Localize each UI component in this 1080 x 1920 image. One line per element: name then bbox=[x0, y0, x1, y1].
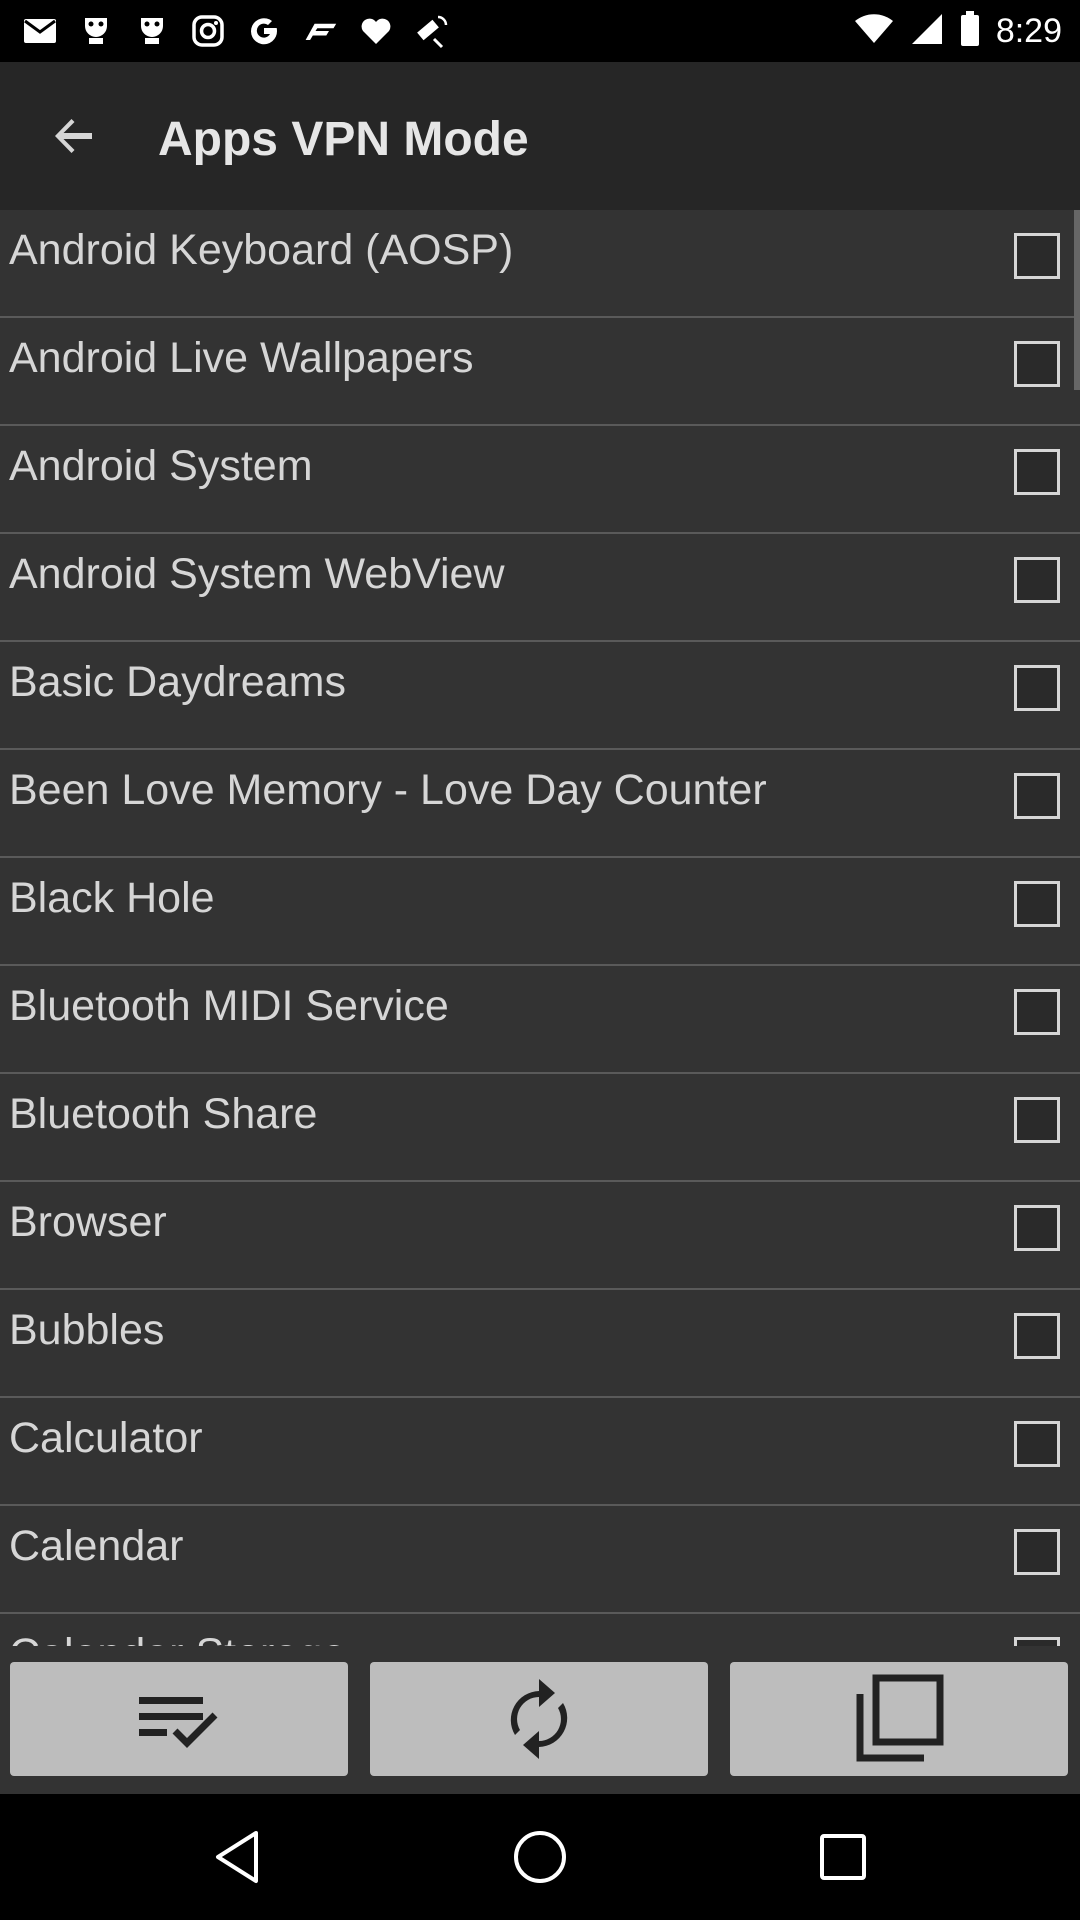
list-item[interactable]: Android Live Wallpapers bbox=[0, 318, 1080, 426]
arrow-back-icon bbox=[55, 119, 92, 153]
app-checkbox[interactable] bbox=[1014, 989, 1060, 1035]
select-all-button[interactable] bbox=[10, 1662, 348, 1776]
app-checkbox[interactable] bbox=[1014, 881, 1060, 927]
battery-icon bbox=[960, 10, 980, 52]
app-name: Android Live Wallpapers bbox=[9, 334, 474, 382]
app-checkbox[interactable] bbox=[1014, 665, 1060, 711]
app-name: Been Love Memory - Love Day Counter bbox=[9, 766, 767, 814]
recents-square-icon bbox=[820, 1834, 866, 1880]
app-name: Android System bbox=[9, 442, 313, 490]
app-checkbox[interactable] bbox=[1014, 1637, 1060, 1646]
back-triangle-icon bbox=[216, 1831, 258, 1883]
app-name: Bubbles bbox=[9, 1306, 165, 1354]
app-name: Calendar Storage bbox=[9, 1630, 346, 1646]
list-item[interactable]: Browser bbox=[0, 1182, 1080, 1290]
list-item[interactable]: Calendar Storage bbox=[0, 1614, 1080, 1646]
refresh-icon bbox=[510, 1679, 568, 1759]
nav-home-button[interactable] bbox=[505, 1822, 575, 1892]
app-name: Bluetooth Share bbox=[9, 1090, 318, 1138]
app-name: Basic Daydreams bbox=[9, 658, 346, 706]
f1-icon bbox=[302, 13, 338, 49]
list-item[interactable]: Calendar bbox=[0, 1506, 1080, 1614]
mail-icon bbox=[22, 13, 58, 49]
navigation-bar bbox=[0, 1794, 1080, 1920]
app-checkbox[interactable] bbox=[1014, 1097, 1060, 1143]
fake-gps-icon bbox=[414, 13, 450, 49]
app-checkbox[interactable] bbox=[1014, 773, 1060, 819]
app-name: Black Hole bbox=[9, 874, 215, 922]
list-item[interactable]: Black Hole bbox=[0, 858, 1080, 966]
app-name: Calculator bbox=[9, 1414, 203, 1462]
g-icon bbox=[246, 13, 282, 49]
app-checkbox[interactable] bbox=[1014, 1529, 1060, 1575]
copy-icon bbox=[856, 1674, 944, 1762]
status-bar: 8:29 bbox=[0, 0, 1080, 62]
wifi-icon bbox=[854, 13, 894, 50]
home-circle-icon bbox=[514, 1831, 566, 1883]
game-icon bbox=[78, 13, 114, 49]
app-name: Android Keyboard (AOSP) bbox=[9, 226, 514, 274]
app-name: Calendar bbox=[9, 1522, 184, 1570]
game-icon bbox=[134, 13, 170, 49]
list-item[interactable]: Basic Daydreams bbox=[0, 642, 1080, 750]
refresh-button[interactable] bbox=[370, 1662, 708, 1776]
app-bar: Apps VPN Mode bbox=[0, 62, 1080, 210]
nav-recents-button[interactable] bbox=[808, 1822, 878, 1892]
app-checkbox[interactable] bbox=[1014, 557, 1060, 603]
list-item[interactable]: Calculator bbox=[0, 1398, 1080, 1506]
scrollbar[interactable] bbox=[1074, 210, 1080, 390]
instagram-icon bbox=[190, 13, 226, 49]
copy-button[interactable] bbox=[730, 1662, 1068, 1776]
app-checkbox[interactable] bbox=[1014, 449, 1060, 495]
system-icons: 8:29 bbox=[854, 10, 1062, 52]
list-item[interactable]: Android Keyboard (AOSP) bbox=[0, 210, 1080, 318]
page-title: Apps VPN Mode bbox=[158, 113, 529, 166]
notification-icons bbox=[22, 10, 450, 52]
list-item[interactable]: Android System WebView bbox=[0, 534, 1080, 642]
app-checkbox[interactable] bbox=[1014, 233, 1060, 279]
app-checkbox[interactable] bbox=[1014, 341, 1060, 387]
select-all-icon bbox=[139, 1697, 218, 1748]
list-item[interactable]: Android System bbox=[0, 426, 1080, 534]
list-item[interactable]: Bluetooth MIDI Service bbox=[0, 966, 1080, 1074]
clock: 8:29 bbox=[995, 11, 1062, 50]
app-name: Browser bbox=[9, 1198, 167, 1246]
list-item[interactable]: Been Love Memory - Love Day Counter bbox=[0, 750, 1080, 858]
app-name: Android System WebView bbox=[9, 550, 505, 598]
app-list[interactable]: Android Keyboard (AOSP) Android Live Wal… bbox=[0, 210, 1080, 1646]
app-checkbox[interactable] bbox=[1014, 1205, 1060, 1251]
back-button[interactable] bbox=[40, 102, 108, 170]
app-checkbox[interactable] bbox=[1014, 1313, 1060, 1359]
app-checkbox[interactable] bbox=[1014, 1421, 1060, 1467]
list-item[interactable]: Bluetooth Share bbox=[0, 1074, 1080, 1182]
app-name: Bluetooth MIDI Service bbox=[9, 982, 449, 1030]
nav-back-button[interactable] bbox=[202, 1822, 272, 1892]
bottom-action-bar bbox=[0, 1646, 1080, 1794]
signal-icon bbox=[910, 12, 944, 51]
heart-icon bbox=[358, 13, 394, 49]
list-item[interactable]: Bubbles bbox=[0, 1290, 1080, 1398]
